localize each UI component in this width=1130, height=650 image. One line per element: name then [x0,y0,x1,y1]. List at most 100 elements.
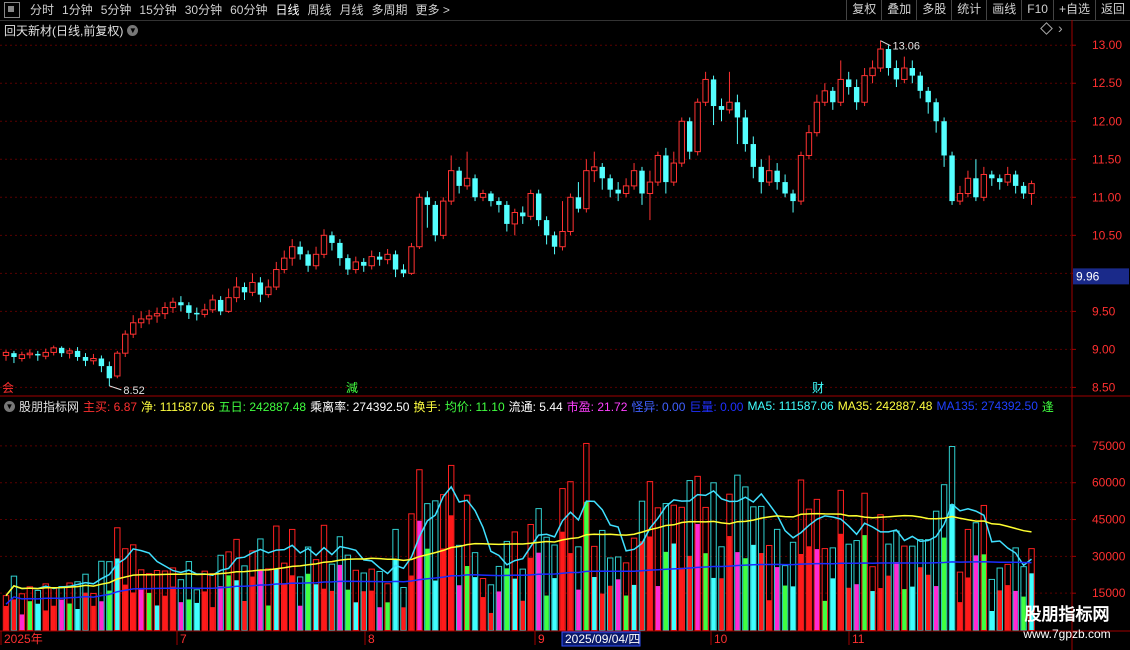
volume-bar-fill [401,607,406,630]
toolbar-button-7[interactable]: 返回 [1094,0,1130,20]
volume-bar-outline [130,544,137,631]
chevron-right-icon[interactable]: › [1058,20,1063,36]
period-tab-2[interactable]: 5分钟 [97,0,136,20]
volume-bar-fill [631,584,637,630]
candle-body [853,87,860,103]
volume-bar-outline [249,550,256,631]
volume-bar-fill [425,548,430,630]
volume-bar-outline [273,525,280,631]
period-tab-8[interactable]: 月线 [336,0,368,20]
candle-body [82,356,89,361]
volume-bar-outline [209,573,216,631]
toolbar-button-5[interactable]: F10 [1021,0,1053,20]
volume-bar-fill [321,588,327,630]
volume-bar-outline [352,569,360,631]
volume-bar-outline [646,481,654,631]
chart-title: 回天新材(日线,前复权) ▼ [4,21,139,39]
period-tab-5[interactable]: 60分钟 [226,0,271,20]
volume-bar-fill [576,589,581,630]
toolbar-button-0[interactable]: 复权 [846,0,881,20]
volume-bar-outline [654,507,662,631]
volume-bar-fill [409,575,414,630]
volume-bar-fill [981,554,987,630]
candle-body [520,212,526,217]
volume-bar-fill [99,601,104,630]
candle-body [194,312,200,315]
toolbar-button-2[interactable]: 多股 [916,0,951,20]
volume-bar-outline [964,528,972,631]
volume-bar-outline [257,538,264,631]
period-tab-9[interactable]: 多周期 [368,0,412,20]
candle-body [352,261,360,271]
candle-body [50,347,57,353]
volume-bar-outline [726,493,733,631]
stock-title: 回天新材(日线,前复权) [4,23,124,38]
volume-bar-outline [312,559,320,631]
price-tick-label: 13.00 [1092,38,1122,52]
period-tab-7[interactable]: 周线 [303,0,335,20]
volume-bar-outline [670,504,677,631]
volume-bar-outline [694,475,701,631]
volume-bar-outline [34,589,41,631]
candle-body [361,261,367,266]
volume-bar-fill [655,586,661,630]
volume-bar-fill [782,585,788,630]
candle-body [186,305,192,313]
volume-bar-outline [344,554,352,631]
chevron-down-icon[interactable]: ▼ [127,24,139,36]
volume-bar-fill [313,584,319,630]
period-tab-1[interactable]: 1分钟 [58,0,97,20]
volume-bar-outline [448,464,455,631]
toolbar-button-4[interactable]: 画线 [986,0,1021,20]
volume-bar-outline [583,442,590,631]
period-tab-3[interactable]: 15分钟 [135,0,180,20]
candle-body [687,121,693,152]
volume-bar-fill [838,533,843,630]
candle-body [114,352,121,377]
menu-icon[interactable] [4,2,20,18]
volume-bar-fill [949,504,955,630]
candle-body [567,196,574,233]
volume-bar-fill [743,558,748,630]
candle-body [575,197,582,209]
volume-bar-outline [2,595,10,631]
volume-bar-outline [813,498,821,631]
volume-bar-outline [925,539,932,631]
volume-bar-outline [750,506,757,631]
candle-body [869,67,876,77]
diamond-icon[interactable] [1040,22,1053,35]
candle-body [646,181,654,194]
volume-bar-fill [512,578,517,630]
candle-body [885,49,892,69]
candle-body [718,106,725,110]
period-tab-4[interactable]: 30分钟 [181,0,226,20]
toolbar-button-1[interactable]: 叠加 [881,0,916,20]
candle-body [1020,185,1027,194]
volume-bar-fill [242,600,247,630]
candle-body [35,353,41,356]
period-tab-0[interactable]: 分时 [26,0,58,20]
low-pointer [109,385,122,391]
toolbar-button-3[interactable]: 统计 [951,0,986,20]
candle-body [877,48,884,69]
volume-bar-fill [647,536,653,630]
event-marker-0: 会 [2,381,14,395]
volume-bar-fill [385,602,390,630]
candle-body [964,177,972,194]
period-tab-6[interactable]: 日线 [271,0,303,20]
candle-body [504,204,510,224]
volume-bar-outline [885,543,892,631]
kline-chart[interactable]: 13.00 12.50 12.00 11.50 11.00 10.50 10.00 9.50 9… [0,0,1130,650]
volume-bar-fill [687,555,692,630]
chevron-down-icon[interactable]: ▼ [4,400,15,412]
candle-body [416,196,423,248]
period-tab-10[interactable]: 更多 > [412,0,454,20]
volume-bar-outline [773,528,781,631]
volume-bar-fill [703,553,708,630]
volume-bar-fill [552,578,557,630]
volume-bar-outline [630,537,638,631]
toolbar-button-6[interactable]: +自选 [1052,0,1095,20]
volume-bar-fill [902,589,907,630]
volume-bar-outline [26,586,34,631]
volume-bar-fill [608,585,613,630]
